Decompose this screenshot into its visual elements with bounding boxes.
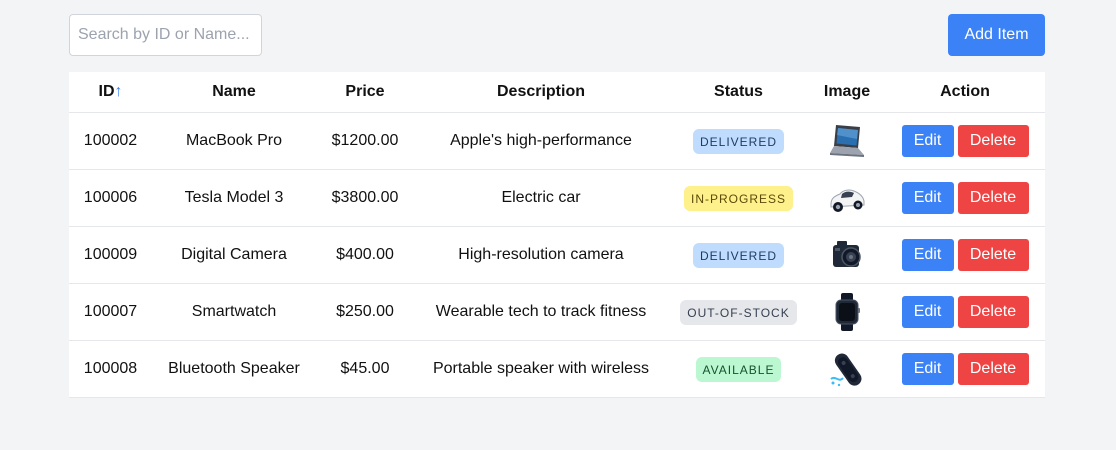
cell-name: Digital Camera — [152, 226, 316, 284]
cell-image — [809, 341, 885, 398]
table-row: 100006 Tesla Model 3 $3800.00 Electric c… — [69, 169, 1045, 227]
speaker-icon — [827, 349, 867, 389]
cell-status: OUT-OF-STOCK — [668, 283, 809, 341]
cell-actions: Edit Delete — [885, 226, 1045, 284]
status-badge: DELIVERED — [692, 128, 785, 154]
cell-status: IN-PROGRESS — [668, 169, 809, 227]
cell-price: $1200.00 — [316, 112, 414, 170]
laptop-icon — [827, 121, 867, 161]
column-header-name: Name — [152, 72, 316, 113]
cell-name: MacBook Pro — [152, 112, 316, 170]
cell-name: Smartwatch — [152, 283, 316, 341]
status-badge: OUT-OF-STOCK — [680, 299, 797, 325]
status-badge: IN-PROGRESS — [683, 185, 793, 211]
status-badge: DELIVERED — [692, 242, 785, 268]
column-header-id-label: ID — [98, 83, 115, 100]
cell-price: $400.00 — [316, 226, 414, 284]
cell-description: Apple's high-performance — [414, 112, 668, 170]
cell-image — [809, 169, 885, 227]
cell-id: 100008 — [83, 360, 138, 377]
table-row: 100002 MacBook Pro $1200.00 Apple's high… — [69, 112, 1045, 170]
cell-description: Wearable tech to track fitness — [414, 283, 668, 341]
cell-image — [809, 226, 885, 284]
cell-id: 100007 — [69, 283, 152, 341]
edit-button[interactable]: Edit — [901, 239, 954, 271]
delete-button[interactable]: Delete — [957, 239, 1029, 271]
cell-description: Portable speaker with wireless — [432, 360, 650, 377]
cell-actions: Edit Delete — [885, 112, 1045, 170]
cell-status: AVAILABLE — [668, 341, 809, 398]
edit-button[interactable]: Edit — [901, 182, 954, 214]
table-header-row: ID↑ Name Price Description Status Image … — [69, 72, 1045, 113]
search-input[interactable] — [69, 14, 262, 56]
items-table: ID↑ Name Price Description Status Image … — [69, 72, 1045, 397]
cell-name: Tesla Model 3 — [152, 169, 316, 227]
table-row: 100009 Digital Camera $400.00 High-resol… — [69, 226, 1045, 284]
smartwatch-icon — [827, 292, 867, 332]
items-table-container: ID↑ Name Price Description Status Image … — [69, 72, 1045, 398]
cell-status: DELIVERED — [668, 112, 809, 170]
add-item-button[interactable]: Add Item — [948, 14, 1045, 56]
camera-icon — [827, 235, 867, 275]
column-header-price: Price — [316, 72, 414, 113]
sort-ascending-icon[interactable]: ↑ — [115, 83, 123, 100]
cell-price: $3800.00 — [316, 169, 414, 227]
delete-button[interactable]: Delete — [957, 182, 1029, 214]
delete-button[interactable]: Delete — [957, 353, 1029, 385]
delete-button[interactable]: Delete — [957, 125, 1029, 157]
cell-image — [809, 112, 885, 170]
cell-id: 100006 — [69, 169, 152, 227]
cell-actions: Edit Delete — [885, 283, 1045, 341]
cell-price: $250.00 — [316, 283, 414, 341]
cell-actions: Edit Delete — [885, 341, 1045, 398]
column-header-description: Description — [414, 72, 668, 113]
delete-button[interactable]: Delete — [957, 296, 1029, 328]
cell-status: DELIVERED — [668, 226, 809, 284]
cell-actions: Edit Delete — [885, 169, 1045, 227]
edit-button[interactable]: Edit — [901, 125, 954, 157]
cell-id: 100009 — [69, 226, 152, 284]
column-header-image: Image — [809, 72, 885, 113]
cell-description: Electric car — [414, 169, 668, 227]
column-header-id[interactable]: ID↑ — [69, 72, 152, 113]
table-row: 100008 Bluetooth Speaker $45.00 Portable… — [69, 341, 1045, 398]
column-header-action: Action — [885, 72, 1045, 113]
edit-button[interactable]: Edit — [901, 296, 954, 328]
status-badge: AVAILABLE — [695, 356, 782, 382]
toolbar: Add Item — [69, 14, 1045, 56]
cell-image — [809, 283, 885, 341]
car-icon — [827, 178, 867, 218]
cell-description: High-resolution camera — [414, 226, 668, 284]
cell-name: Bluetooth Speaker — [168, 360, 300, 377]
cell-price: $45.00 — [340, 360, 390, 377]
column-header-status: Status — [668, 72, 809, 113]
table-row: 100007 Smartwatch $250.00 Wearable tech … — [69, 283, 1045, 341]
cell-id: 100002 — [69, 112, 152, 170]
edit-button[interactable]: Edit — [901, 353, 954, 385]
